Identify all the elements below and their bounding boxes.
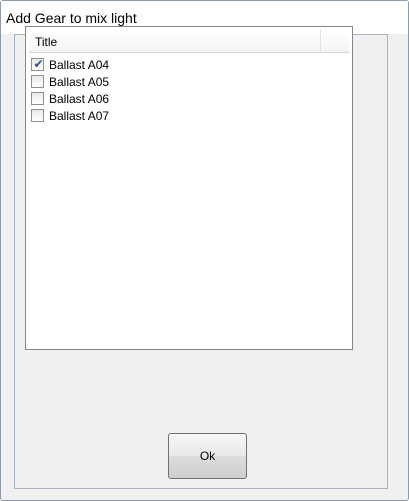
list-item-label: Ballast A04 (49, 58, 110, 72)
gear-list[interactable]: Title ✔ Ballast A04 Ballast A05 Ballast … (25, 26, 353, 350)
ballast-a07-checkbox[interactable] (31, 109, 44, 122)
list-rows: ✔ Ballast A04 Ballast A05 Ballast A06 Ba… (29, 57, 349, 125)
list-header: Title (29, 30, 349, 53)
column-header-title[interactable]: Title (29, 30, 321, 52)
ballast-a05-checkbox[interactable] (31, 75, 44, 88)
dialog-window: Add Gear to mix light Title ✔ Ballast A0… (0, 0, 409, 501)
ballast-a04-checkbox[interactable]: ✔ (31, 57, 44, 71)
check-icon: ✔ (33, 57, 44, 71)
column-header-title-label: Title (35, 35, 58, 49)
ok-button[interactable]: Ok (168, 433, 247, 479)
list-item[interactable]: ✔ Ballast A04 (29, 57, 349, 74)
window-title: Add Gear to mix light (6, 10, 137, 26)
list-item[interactable]: Ballast A05 (29, 74, 349, 91)
list-item[interactable]: Ballast A06 (29, 91, 349, 108)
ballast-a06-checkbox[interactable] (31, 92, 44, 105)
list-item[interactable]: Ballast A07 (29, 108, 349, 125)
list-item-label: Ballast A06 (49, 92, 110, 106)
list-item-label: Ballast A07 (49, 109, 110, 123)
column-header-empty[interactable] (321, 30, 349, 52)
list-item-label: Ballast A05 (49, 75, 110, 89)
